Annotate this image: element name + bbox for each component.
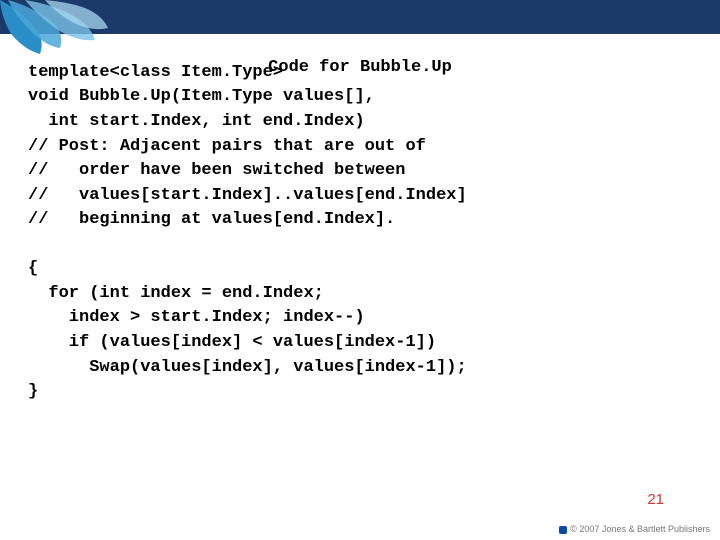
page-number: 21 [647, 491, 664, 508]
copyright-text: © 2007 Jones & Bartlett Publishers [570, 524, 710, 534]
publisher-logo-icon [559, 526, 567, 534]
copyright-footer: © 2007 Jones & Bartlett Publishers [559, 524, 710, 534]
leaf-decoration [0, 0, 110, 56]
code-block-1: template<class Item.Type> void Bubble.Up… [28, 61, 692, 233]
slide-content: Code for Bubble.Up template<class Item.T… [28, 56, 692, 405]
code-block-2: { for (int index = end.Index; index > st… [28, 257, 692, 405]
